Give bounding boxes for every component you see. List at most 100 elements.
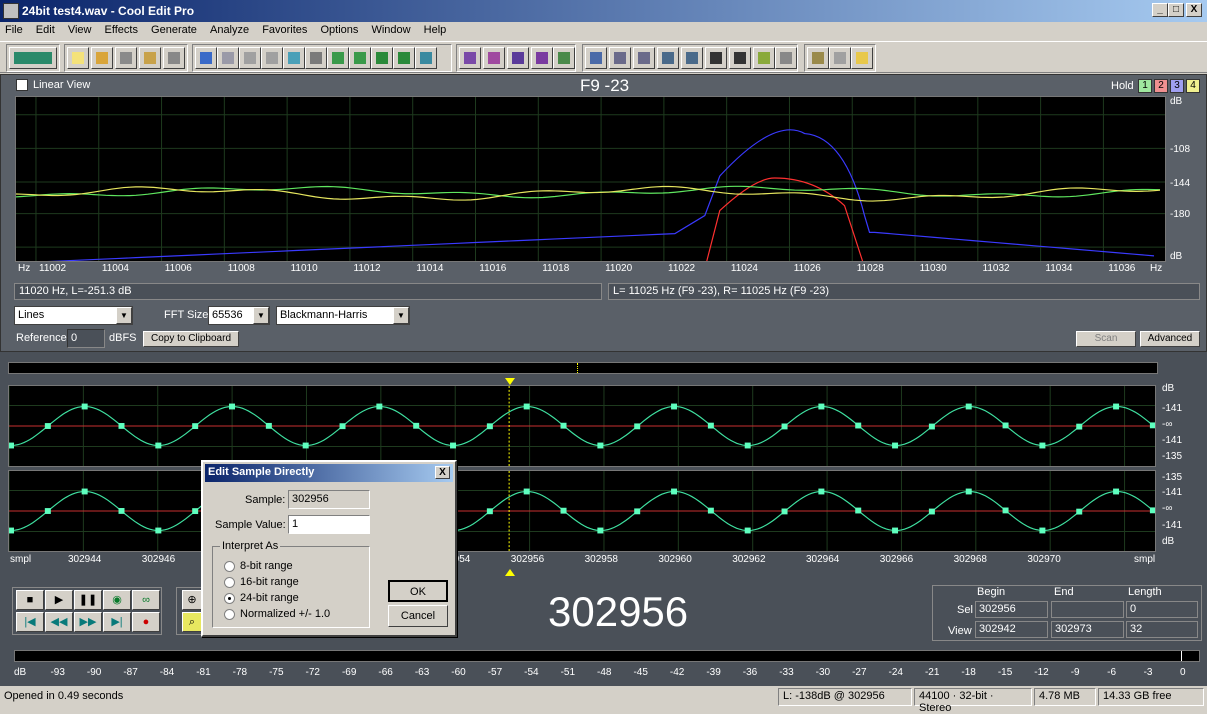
sample-point[interactable] xyxy=(192,423,199,430)
reference-input[interactable]: 0 xyxy=(67,329,105,348)
play-button[interactable]: ▶ xyxy=(45,590,73,610)
spectral-pan-icon[interactable] xyxy=(507,47,529,69)
channel-left-waveform[interactable] xyxy=(8,385,1156,467)
cut-icon[interactable] xyxy=(305,47,327,69)
sample-point[interactable] xyxy=(671,403,678,410)
sel-begin-field[interactable]: 302956 xyxy=(975,601,1048,618)
sample-point[interactable] xyxy=(855,507,862,514)
spectral-phase-icon[interactable] xyxy=(531,47,553,69)
hold-button-2[interactable]: 2 xyxy=(1154,79,1168,93)
waveform-view-icon[interactable] xyxy=(459,47,481,69)
sel-length-field[interactable]: 0 xyxy=(1126,601,1198,618)
sample-point[interactable] xyxy=(707,422,714,429)
stop-button[interactable]: ■ xyxy=(16,590,44,610)
play-to-end-button[interactable]: ◉ xyxy=(103,590,131,610)
menu-generate[interactable]: Generate xyxy=(146,22,202,38)
radio-8-bit[interactable] xyxy=(224,561,235,572)
sample-point[interactable] xyxy=(1002,507,1009,514)
help-icon[interactable] xyxy=(851,47,873,69)
menu-help[interactable]: Help xyxy=(419,22,452,38)
linear-view-checkbox[interactable] xyxy=(16,79,28,91)
view-begin-field[interactable]: 302942 xyxy=(975,621,1048,638)
sample-point[interactable] xyxy=(597,442,604,449)
sample-point[interactable] xyxy=(928,508,935,515)
sample-point[interactable] xyxy=(413,422,420,429)
sample-point[interactable] xyxy=(523,403,530,410)
sample-point[interactable] xyxy=(118,508,125,514)
edit-stereo-icon[interactable] xyxy=(553,47,575,69)
graph-type-select[interactable]: Lines ▼ xyxy=(14,306,133,325)
view-end-field[interactable]: 302973 xyxy=(1051,621,1124,638)
radio-normalized[interactable] xyxy=(224,609,235,620)
dialog-close-button[interactable]: X xyxy=(435,466,450,479)
sample-point[interactable] xyxy=(1149,422,1156,429)
copy-to-clipboard-button[interactable]: Copy to Clipboard xyxy=(143,331,239,347)
hold-button-1[interactable]: 1 xyxy=(1138,79,1152,93)
organizer-icon[interactable] xyxy=(585,47,607,69)
sample-point[interactable] xyxy=(744,442,751,449)
spectral-view-icon[interactable] xyxy=(483,47,505,69)
play-list-icon[interactable] xyxy=(633,47,655,69)
sample-point[interactable] xyxy=(8,442,14,449)
sample-point[interactable] xyxy=(560,507,567,514)
time-window-icon[interactable] xyxy=(705,47,727,69)
level-meter-icon[interactable] xyxy=(753,47,775,69)
menu-effects[interactable]: Effects xyxy=(100,22,143,38)
sample-point[interactable] xyxy=(560,422,567,429)
repeat-icon[interactable] xyxy=(239,47,261,69)
sample-point[interactable] xyxy=(1039,527,1046,534)
view-length-field[interactable]: 32 xyxy=(1126,621,1198,638)
sample-point[interactable] xyxy=(118,423,125,429)
sample-point[interactable] xyxy=(302,442,309,449)
menu-options[interactable]: Options xyxy=(316,22,364,38)
mix-paste-icon[interactable] xyxy=(371,47,393,69)
menu-file[interactable]: File xyxy=(0,22,28,38)
undo-icon[interactable] xyxy=(195,47,217,69)
sample-point[interactable] xyxy=(523,488,530,495)
channel-right-waveform[interactable] xyxy=(8,470,1156,552)
delete-silence-icon[interactable] xyxy=(415,47,437,69)
close-file-icon[interactable] xyxy=(163,47,185,69)
radio-24-bit[interactable] xyxy=(224,593,235,604)
sample-point[interactable] xyxy=(707,507,714,514)
sample-point[interactable] xyxy=(81,488,88,495)
sample-point[interactable] xyxy=(155,527,162,534)
copy-icon[interactable] xyxy=(283,47,305,69)
selection-window-icon[interactable] xyxy=(729,47,751,69)
cursor-marker-bottom-icon[interactable] xyxy=(505,569,515,576)
cancel-button[interactable]: Cancel xyxy=(388,605,448,627)
sample-point[interactable] xyxy=(965,488,972,495)
new-file-icon[interactable] xyxy=(67,47,89,69)
sample-point[interactable] xyxy=(634,508,641,515)
maximize-button[interactable]: □ xyxy=(1168,3,1184,17)
close-button[interactable]: X xyxy=(1186,3,1202,17)
sample-point[interactable] xyxy=(928,423,935,430)
sample-point[interactable] xyxy=(450,442,457,449)
sample-value-input[interactable]: 1 xyxy=(288,515,370,534)
sample-point[interactable] xyxy=(376,403,383,410)
open-folder-icon[interactable] xyxy=(91,47,113,69)
sample-point[interactable] xyxy=(155,442,162,449)
sample-point[interactable] xyxy=(634,423,641,430)
sample-point[interactable] xyxy=(1002,422,1009,429)
cursor-marker-top-icon[interactable] xyxy=(505,378,515,385)
sample-point[interactable] xyxy=(1076,423,1083,430)
redo-icon[interactable] xyxy=(217,47,239,69)
advanced-button[interactable]: Advanced xyxy=(1140,331,1200,347)
sample-point[interactable] xyxy=(486,423,493,430)
settings-icon[interactable] xyxy=(807,47,829,69)
frequency-analysis-icon[interactable] xyxy=(775,47,797,69)
sample-point[interactable] xyxy=(892,527,899,534)
scan-button[interactable]: Scan xyxy=(1076,331,1136,347)
hold-button-3[interactable]: 3 xyxy=(1170,79,1184,93)
pause-button[interactable]: ❚❚ xyxy=(74,590,102,610)
transport-icon[interactable] xyxy=(657,47,679,69)
sample-point[interactable] xyxy=(1113,488,1120,495)
sample-point[interactable] xyxy=(486,508,493,515)
zoom-in-button[interactable]: ⊕ xyxy=(182,590,202,610)
minimize-button[interactable]: _ xyxy=(1152,3,1168,17)
record-button[interactable]: ● xyxy=(132,612,160,632)
multitrack-toggle-button[interactable] xyxy=(9,47,57,69)
sample-point[interactable] xyxy=(818,403,825,410)
menu-edit[interactable]: Edit xyxy=(31,22,60,38)
